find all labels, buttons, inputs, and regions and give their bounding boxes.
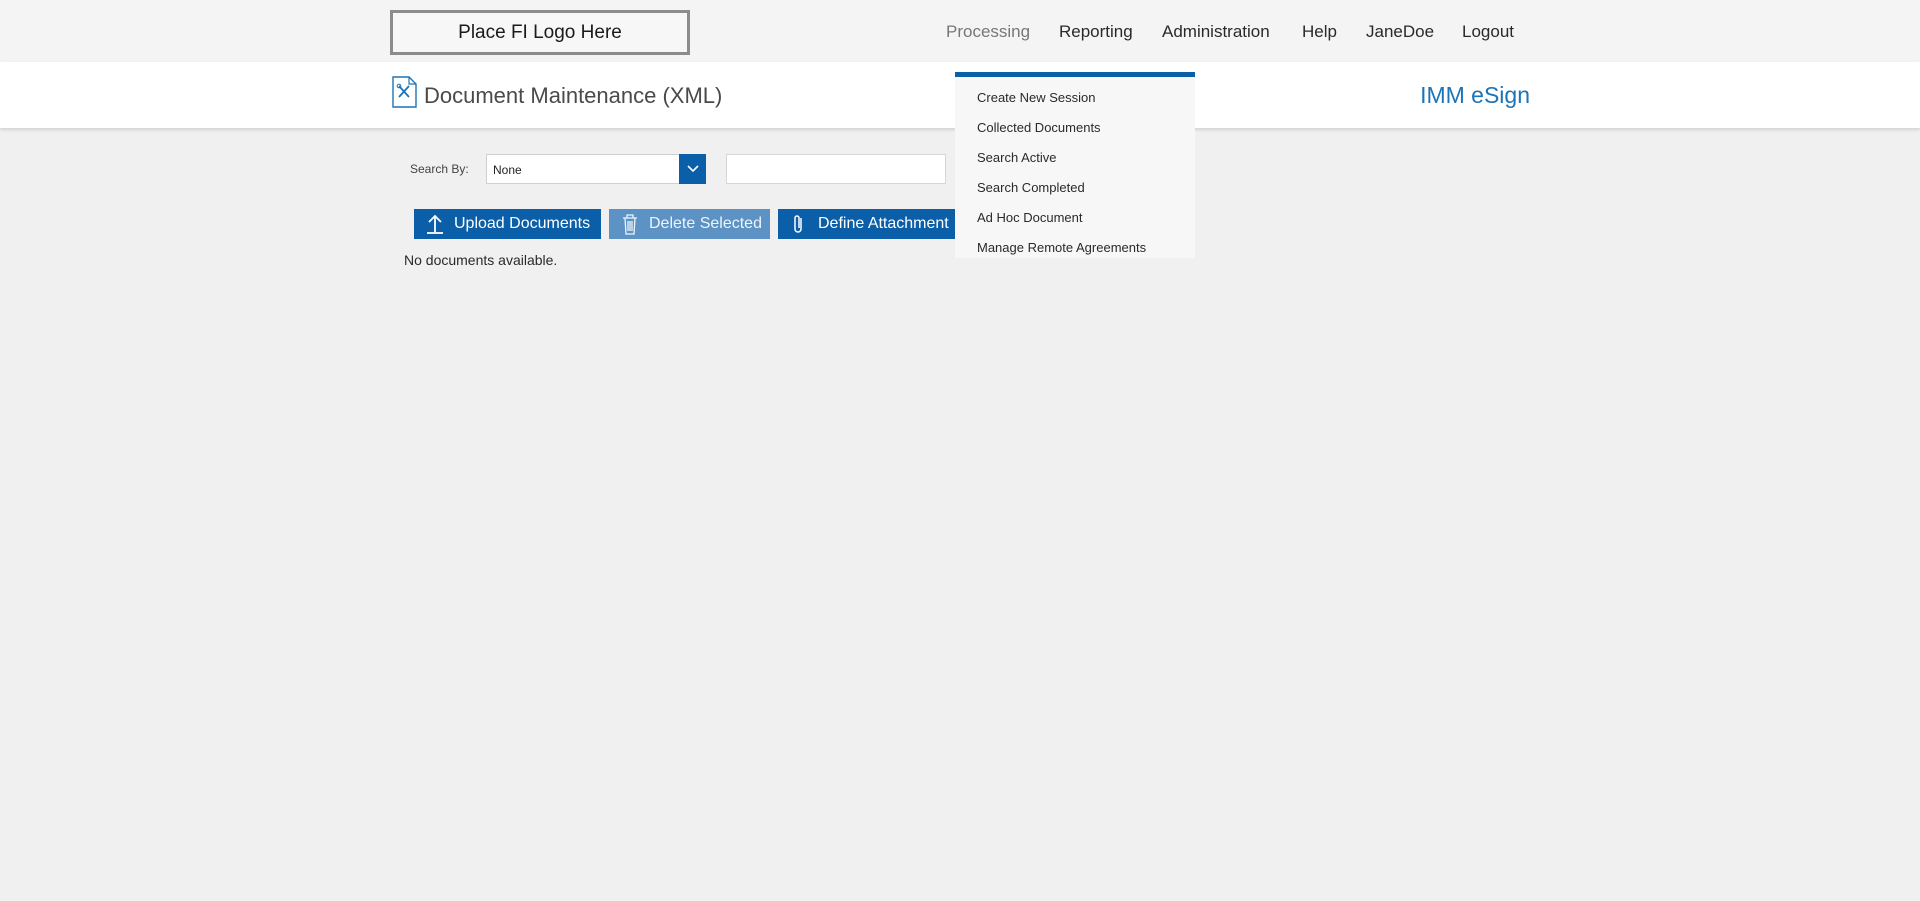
menu-item-manage-remote-agreements[interactable]: Manage Remote Agreements [977,240,1146,255]
fi-logo-placeholder: Place FI Logo Here [390,10,690,55]
menu-item-search-completed[interactable]: Search Completed [977,180,1085,195]
page-title: Document Maintenance (XML) [424,83,723,108]
processing-dropdown-menu: Create New Session Collected Documents S… [955,72,1195,258]
document-tools-icon [392,76,417,108]
empty-state-message: No documents available. [404,252,558,268]
nav-logout[interactable]: Logout [1462,22,1514,42]
menu-item-collected-documents[interactable]: Collected Documents [977,120,1101,135]
nav-reporting[interactable]: Reporting [1059,22,1133,42]
upload-documents-button[interactable]: Upload Documents [414,209,601,239]
nav-administration[interactable]: Administration [1162,22,1270,42]
search-by-select[interactable]: None [486,154,706,184]
search-by-selected-value: None [493,163,522,177]
menu-item-search-active[interactable]: Search Active [977,150,1057,165]
nav-help[interactable]: Help [1302,22,1337,42]
paperclip-icon [794,215,802,233]
search-by-label: Search By: [410,162,469,176]
top-header: Place FI Logo Here Processing Reporting … [0,0,1920,62]
menu-item-ad-hoc-document[interactable]: Ad Hoc Document [977,210,1083,225]
upload-documents-label: Upload Documents [454,215,591,232]
trash-icon [623,214,637,235]
define-attachment-label: Define Attachment [818,215,949,232]
select-dropdown-button[interactable] [679,154,706,184]
upload-arrow-icon [427,214,443,234]
search-input[interactable] [726,154,946,184]
brand-label: IMM eSign [1420,82,1530,108]
nav-user-janedoe[interactable]: JaneDoe [1366,22,1434,42]
nav-processing[interactable]: Processing [946,22,1030,42]
menu-item-create-new-session[interactable]: Create New Session [977,90,1096,105]
logo-text: Place FI Logo Here [458,21,622,43]
delete-selected-button[interactable]: Delete Selected [609,209,770,239]
delete-selected-label: Delete Selected [649,215,762,232]
chevron-down-icon [686,165,699,173]
define-attachment-button[interactable]: Define Attachment [778,209,955,239]
